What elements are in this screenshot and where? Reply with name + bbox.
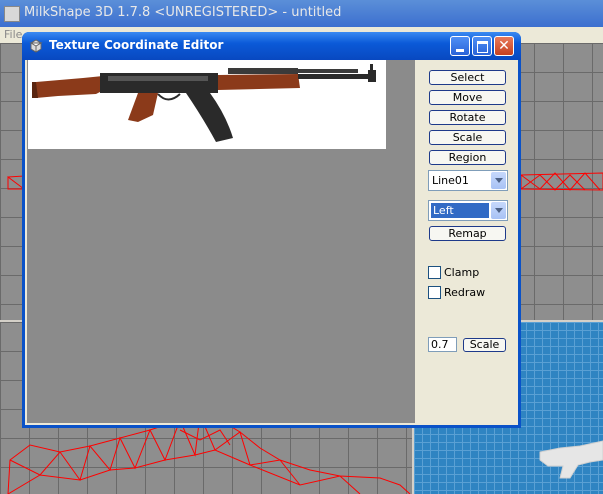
view-select-value: Left <box>431 203 489 218</box>
chevron-down-icon[interactable] <box>491 202 506 219</box>
dialog-title: Texture Coordinate Editor <box>49 38 224 52</box>
redraw-checkbox[interactable] <box>428 286 441 299</box>
minimize-icon[interactable] <box>450 36 470 56</box>
apply-scale-button[interactable]: Scale <box>463 338 506 352</box>
gun-silhouette-3d <box>539 440 603 479</box>
dialog-body: Select Move Rotate Scale Region Line01 L… <box>25 60 518 425</box>
rotate-button[interactable]: Rotate <box>429 110 506 125</box>
dialog-titlebar[interactable]: Texture Coordinate Editor ✕ <box>22 32 521 60</box>
close-icon[interactable]: ✕ <box>494 36 514 56</box>
controls-panel: Select Move Rotate Scale Region Line01 L… <box>418 60 518 425</box>
dialog-icon <box>29 39 43 53</box>
scale-button[interactable]: Scale <box>429 130 506 145</box>
remap-button[interactable]: Remap <box>429 226 506 241</box>
rifle-texture-picture <box>32 64 376 142</box>
clamp-label: Clamp <box>444 266 480 279</box>
view-select[interactable]: Left <box>428 200 508 221</box>
maximize-icon[interactable] <box>472 36 492 56</box>
group-select-value: Line01 <box>432 174 469 187</box>
clamp-checkbox[interactable] <box>428 266 441 279</box>
select-button[interactable]: Select <box>429 70 506 85</box>
redraw-label: Redraw <box>444 286 486 299</box>
scale-value-input[interactable]: 0.7 <box>428 337 457 352</box>
chevron-down-icon[interactable] <box>491 172 506 189</box>
texture-canvas[interactable] <box>27 60 415 423</box>
region-button[interactable]: Region <box>429 150 506 165</box>
texture-image <box>28 60 386 149</box>
move-button[interactable]: Move <box>429 90 506 105</box>
wireframe-model-right <box>520 172 603 191</box>
group-select[interactable]: Line01 <box>428 170 508 191</box>
texture-coordinate-editor-dialog: Texture Coordinate Editor ✕ Select Move … <box>22 32 521 428</box>
